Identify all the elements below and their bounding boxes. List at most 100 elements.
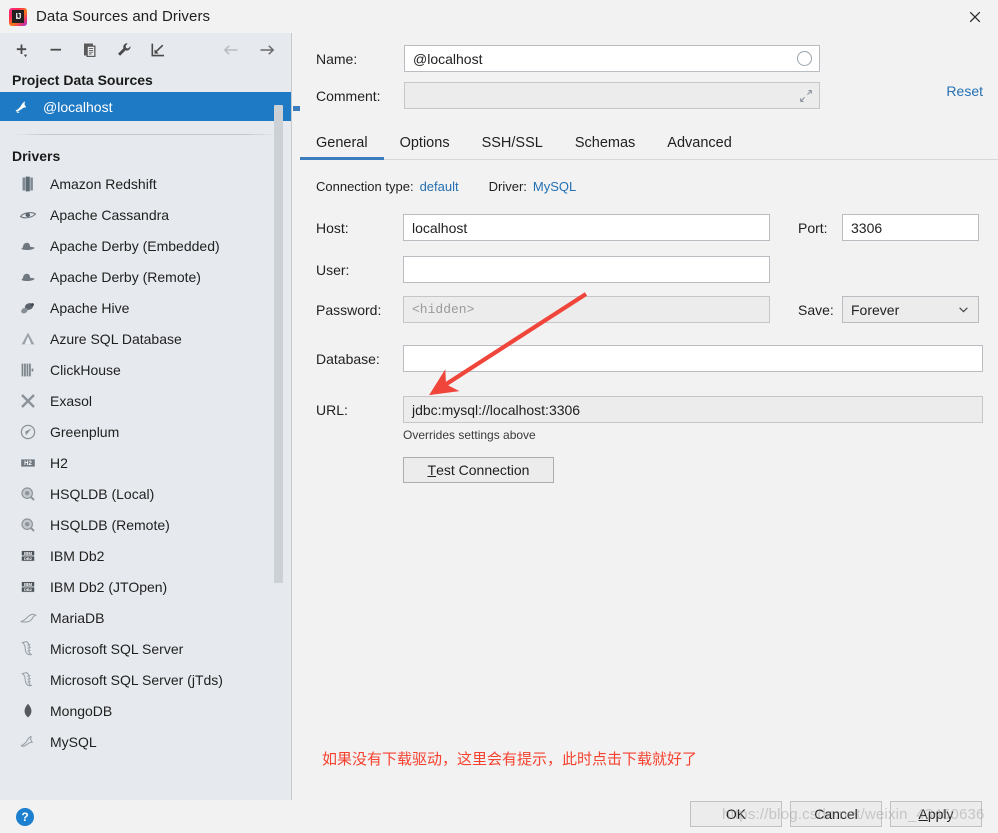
test-connection-label: est Connection xyxy=(436,462,530,478)
duplicate-button[interactable] xyxy=(76,37,104,63)
hive-bee-icon xyxy=(21,302,34,313)
name-row: Name: @localhost xyxy=(300,45,998,72)
driver-value[interactable]: MySQL xyxy=(533,179,576,194)
save-dropdown[interactable]: Forever xyxy=(842,296,979,323)
driver-label: MongoDB xyxy=(50,702,113,719)
remove-data-source-button[interactable] xyxy=(42,37,70,63)
sidebar-item-localhost[interactable]: @localhost xyxy=(0,92,291,121)
tab-ssh-ssl[interactable]: SSH/SSL xyxy=(466,135,559,159)
driver-label: Microsoft SQL Server (jTds) xyxy=(50,671,223,688)
sidebar-separator xyxy=(14,134,277,135)
help-icon[interactable]: ? xyxy=(16,807,34,826)
plus-icon xyxy=(16,44,28,57)
tab-general[interactable]: General xyxy=(300,135,384,160)
driver-label: Driver: xyxy=(488,179,527,194)
cancel-button[interactable]: Cancel xyxy=(790,801,882,827)
driver-item-ibm-db2[interactable]: IBM DB2 IBM Db2 xyxy=(0,540,291,571)
h2-icon: H2 xyxy=(21,458,35,467)
user-input[interactable] xyxy=(403,256,770,283)
user-row: User: xyxy=(300,256,998,283)
exasol-x-icon xyxy=(21,393,35,408)
driver-properties-button[interactable] xyxy=(110,37,138,63)
navigate-forward-button[interactable] xyxy=(253,37,281,63)
url-hint-text: Overrides settings above xyxy=(403,428,536,442)
host-label: Host: xyxy=(316,219,349,236)
host-row: Host: localhost Port: 3306 xyxy=(300,214,998,241)
driver-item-azure-sql-database[interactable]: Azure SQL Database xyxy=(0,323,291,354)
hsqldb-icon xyxy=(21,517,35,532)
import-data-sources-button[interactable] xyxy=(144,37,172,63)
close-button[interactable] xyxy=(952,0,998,33)
sidebar-toolbar xyxy=(0,33,291,66)
driver-label: Apache Hive xyxy=(50,299,130,316)
driver-item-greenplum[interactable]: Greenplum xyxy=(0,416,291,447)
driver-item-apache-derby-embedded[interactable]: Apache Derby (Embedded) xyxy=(0,230,291,261)
name-label: Name: xyxy=(316,50,358,67)
driver-item-apache-derby-remote[interactable]: Apache Derby (Remote) xyxy=(0,261,291,292)
comment-label: Comment: xyxy=(316,87,381,104)
dialog-body: Project Data Sources @localhost Drivers … xyxy=(0,33,998,800)
driver-label: Amazon Redshift xyxy=(50,175,157,192)
driver-item-apache-cassandra[interactable]: Apache Cassandra xyxy=(0,199,291,230)
tab-options[interactable]: Options xyxy=(384,135,466,159)
driver-item-clickhouse[interactable]: ClickHouse xyxy=(0,354,291,385)
connection-type-value[interactable]: default xyxy=(420,179,459,194)
test-connection-button[interactable]: Test Connection xyxy=(403,457,554,483)
port-label: Port: xyxy=(798,219,828,236)
svg-text:DB2: DB2 xyxy=(24,556,33,561)
apply-button[interactable]: Apply xyxy=(890,801,982,827)
host-input[interactable]: localhost xyxy=(403,214,770,241)
driver-item-amazon-redshift[interactable]: Amazon Redshift xyxy=(0,168,291,199)
azure-icon xyxy=(21,332,35,344)
driver-item-mongodb[interactable]: MongoDB xyxy=(0,695,291,726)
driver-item-h2[interactable]: H2 H2 xyxy=(0,447,291,478)
driver-label: Exasol xyxy=(50,392,93,409)
save-label: Save: xyxy=(798,301,834,318)
project-data-sources-heading: Project Data Sources xyxy=(12,72,153,88)
driver-item-hsqldb-local[interactable]: HSQLDB (Local) xyxy=(0,478,291,509)
password-row: Password: <hidden> Save: Forever xyxy=(300,296,998,323)
driver-item-ibm-db2-jtopen[interactable]: IBM DB2 IBM Db2 (JTOpen) xyxy=(0,571,291,602)
reset-link[interactable]: Reset xyxy=(946,83,983,99)
ok-button[interactable]: OK xyxy=(690,801,782,827)
mariadb-seal-icon xyxy=(20,613,37,623)
ibm-db2-icon: IBM DB2 xyxy=(21,549,35,562)
derby-hat-icon xyxy=(21,242,35,250)
password-label: Password: xyxy=(316,301,382,318)
cassandra-eye-icon xyxy=(19,211,37,218)
connection-info-row: Connection type: default Driver: MySQL xyxy=(300,179,998,194)
panel-splitter[interactable] xyxy=(291,33,301,800)
name-input[interactable]: @localhost xyxy=(404,45,820,72)
driver-item-hsqldb-remote[interactable]: HSQLDB (Remote) xyxy=(0,509,291,540)
driver-label: HSQLDB (Local) xyxy=(50,485,155,502)
wrench-icon xyxy=(118,42,131,56)
tab-schemas[interactable]: Schemas xyxy=(559,135,651,159)
copy-icon xyxy=(84,43,96,57)
name-input-value: @localhost xyxy=(413,50,483,67)
driver-item-microsoft-sql-server[interactable]: Microsoft SQL Server xyxy=(0,633,291,664)
mssql-icon xyxy=(21,671,33,686)
add-data-source-button[interactable] xyxy=(8,37,36,63)
tab-advanced[interactable]: Advanced xyxy=(651,135,748,159)
mysql-dolphin-icon xyxy=(20,735,33,747)
comment-input[interactable] xyxy=(404,82,820,109)
mongodb-leaf-icon xyxy=(24,703,32,717)
annotation-text: 如果没有下载驱动，这里会有提示，此时点击下载就好了 xyxy=(322,750,698,768)
navigate-back-button[interactable] xyxy=(217,37,245,63)
cancel-button-label: Cancel xyxy=(814,806,858,822)
close-icon xyxy=(969,11,981,22)
driver-label: Apache Derby (Remote) xyxy=(50,268,201,285)
driver-item-microsoft-sql-server-jtds[interactable]: Microsoft SQL Server (jTds) xyxy=(0,664,291,695)
driver-label: IBM Db2 xyxy=(50,547,105,564)
driver-item-mysql[interactable]: MySQL xyxy=(0,726,291,757)
test-connection-mnemonic: T xyxy=(427,462,437,478)
window-title: Data Sources and Drivers xyxy=(36,8,211,25)
port-input[interactable]: 3306 xyxy=(842,214,979,241)
expand-icon[interactable] xyxy=(799,89,813,103)
driver-item-mariadb[interactable]: MariaDB xyxy=(0,602,291,633)
driver-item-exasol[interactable]: Exasol xyxy=(0,385,291,416)
driver-item-apache-hive[interactable]: Apache Hive xyxy=(0,292,291,323)
color-circle-icon[interactable] xyxy=(797,51,812,66)
sidebar-item-label: @localhost xyxy=(43,98,113,115)
sidebar-scrollbar[interactable] xyxy=(274,105,283,583)
